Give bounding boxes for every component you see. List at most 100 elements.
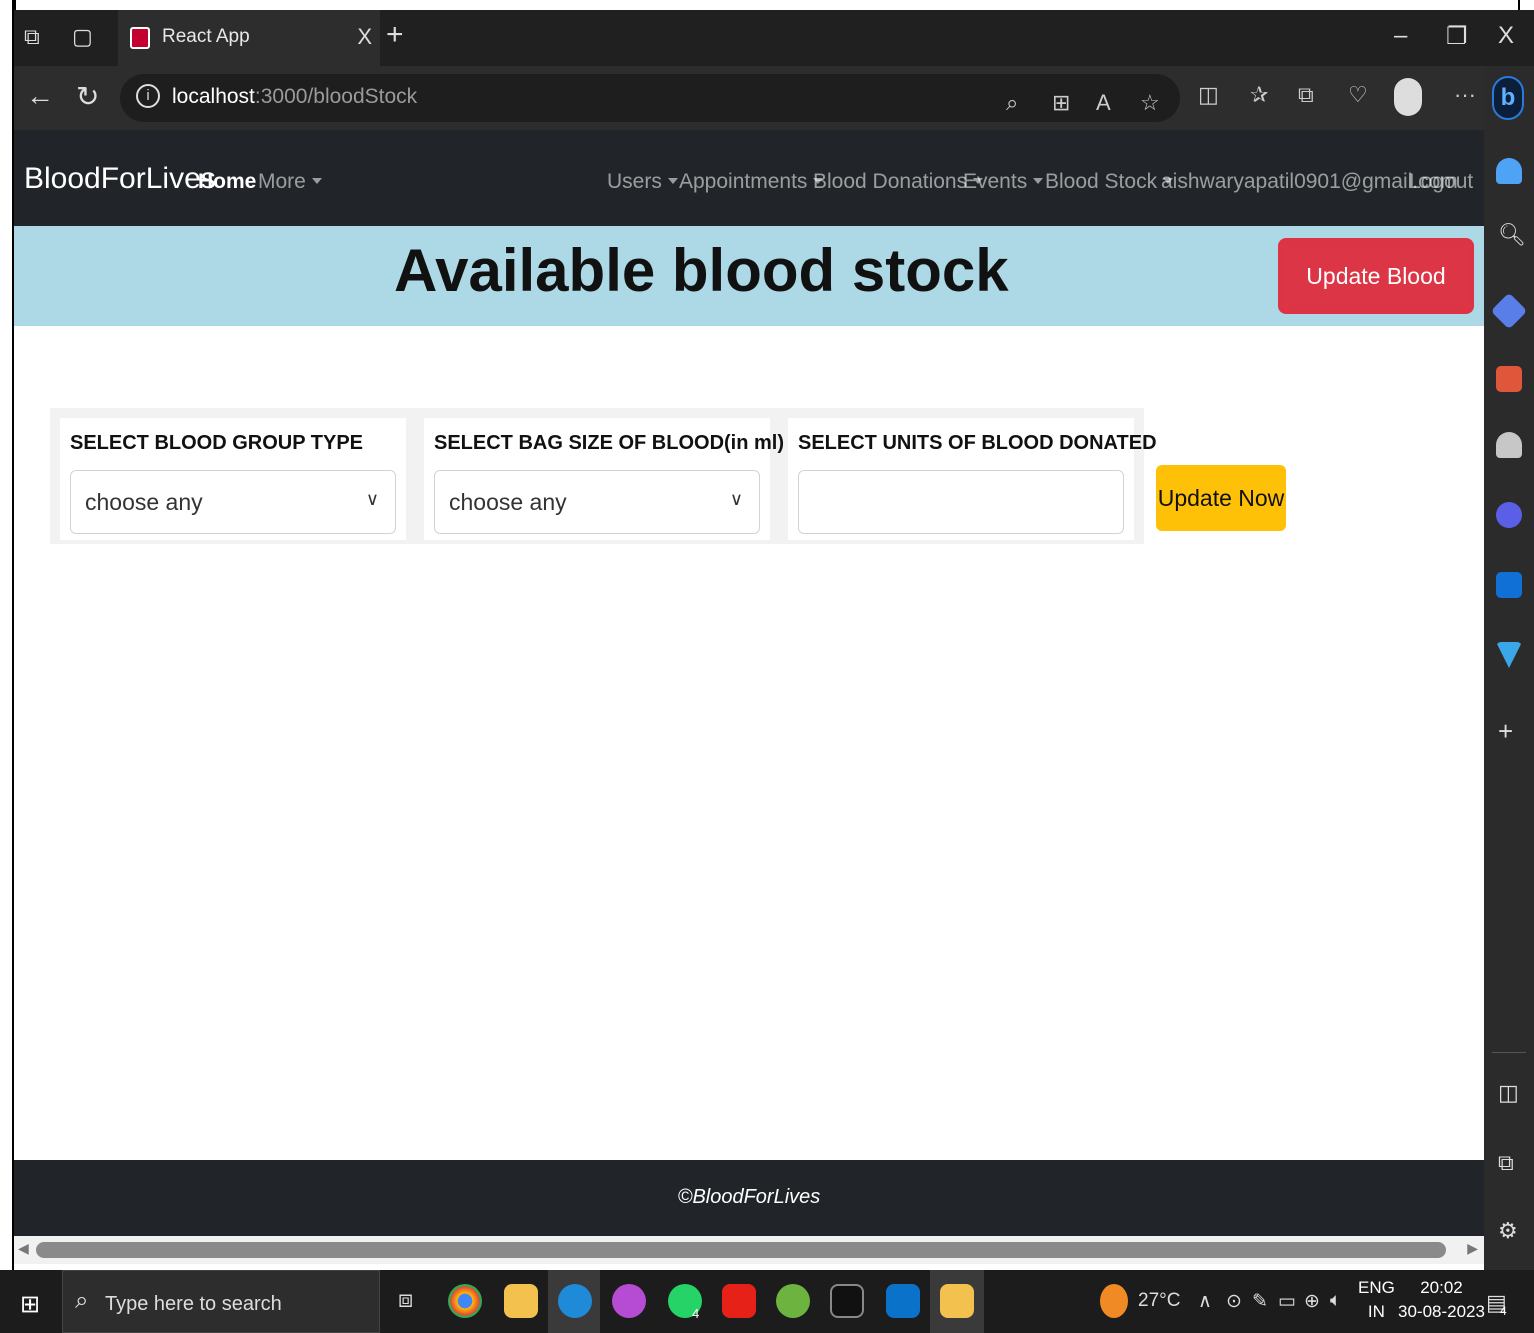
minimize-button[interactable]: – (1394, 22, 1407, 50)
scroll-right-arrow-icon[interactable]: ▶ (1467, 1240, 1478, 1257)
hide-sidebar-icon[interactable]: ◫ (1498, 1080, 1519, 1106)
edge-icon[interactable] (558, 1284, 592, 1318)
task-view-icon[interactable]: ⧈ (398, 1286, 413, 1314)
address-bar[interactable]: i localhost:3000/bloodStock ⌕ ⊞ A ☆ (120, 74, 1180, 122)
tray-chevron-up-icon[interactable]: ∧ (1198, 1290, 1212, 1313)
url-path: :3000/bloodStock (254, 85, 418, 108)
app-w-icon[interactable] (612, 1284, 646, 1318)
outlook-icon[interactable] (1496, 572, 1522, 598)
brand-logo[interactable]: BloodForLives (24, 162, 216, 196)
page-footer: ©BloodForLives (14, 1160, 1484, 1236)
spring-icon[interactable] (776, 1284, 810, 1318)
tab-favicon-icon (130, 27, 150, 49)
microsoft-365-icon[interactable] (1496, 502, 1522, 528)
workspaces-icon[interactable]: ⧉ (24, 24, 40, 50)
scroll-left-arrow-icon[interactable]: ◀ (18, 1240, 29, 1257)
nav-users-dropdown[interactable]: Users (607, 170, 678, 194)
profile-avatar-icon[interactable] (1394, 78, 1422, 116)
weather-temp[interactable]: 27°C (1138, 1290, 1180, 1312)
system-clock[interactable]: 20:02 30-08-2023 (1398, 1276, 1485, 1324)
blood-group-field: SELECT BLOOD GROUP TYPE choose any ∨ (60, 418, 406, 540)
vscode-icon[interactable] (886, 1284, 920, 1318)
notification-bell-icon[interactable] (1496, 158, 1522, 184)
chrome-icon[interactable] (448, 1284, 482, 1318)
address-bar-row: ← ↻ i localhost:3000/bloodStock ⌕ ⊞ A ☆ … (14, 66, 1484, 130)
page-header: Available blood stock Update Blood Stock (14, 226, 1484, 357)
settings-gear-icon[interactable]: ⚙ (1498, 1218, 1518, 1244)
browser-essentials-icon[interactable]: ♡ (1348, 82, 1368, 108)
browser-tab[interactable]: React App X (118, 10, 380, 66)
tab-close-button[interactable]: X (357, 24, 372, 50)
bag-size-field: SELECT BAG SIZE OF BLOOD(in ml) choose a… (424, 418, 784, 540)
url-text[interactable]: localhost:3000/bloodStock (172, 85, 417, 109)
update-blood-stock-button[interactable]: Update Blood Stock (1278, 238, 1474, 357)
shopping-icon[interactable] (1490, 292, 1528, 330)
network-globe-icon[interactable]: ⊕ (1304, 1290, 1320, 1313)
file-explorer-icon[interactable] (504, 1284, 538, 1318)
favorite-star-icon[interactable]: ☆ (1140, 90, 1160, 116)
volume-icon[interactable]: 🔈︎ (1330, 1290, 1341, 1312)
horizontal-scrollbar[interactable]: ◀ ▶ (14, 1236, 1484, 1264)
nav-blood-stock-dropdown[interactable]: Blood Stock (1045, 170, 1173, 194)
sidebar-divider (1492, 1052, 1526, 1053)
battery-icon[interactable]: ▭ (1278, 1290, 1296, 1313)
blood-group-label: SELECT BLOOD GROUP TYPE (70, 432, 363, 454)
windows-taskbar: ⊞ ⌕ Type here to search ⧈ 4 27°C ∧ ⊙ ✎ ▭… (0, 1270, 1534, 1333)
nav-appointments-dropdown[interactable]: Appointments (679, 170, 823, 194)
nav-logout[interactable]: Logout (1409, 170, 1473, 194)
notifications-badge: 4 (1500, 1304, 1507, 1318)
restore-button[interactable]: ❐ (1446, 22, 1468, 51)
terminal-icon[interactable] (830, 1284, 864, 1318)
blood-group-select[interactable]: choose any ∨ (70, 470, 396, 534)
chevron-down-icon: ∨ (365, 489, 379, 509)
clock-date: 30-08-2023 (1398, 1302, 1485, 1321)
tools-icon[interactable] (1496, 366, 1522, 392)
update-now-button[interactable]: Update Now (1156, 465, 1286, 531)
search-icon[interactable]: 🔍︎ (1498, 222, 1526, 248)
url-host: localhost (172, 85, 255, 108)
blood-group-selected: choose any (85, 489, 203, 515)
taskbar-search[interactable]: ⌕ Type here to search (62, 1270, 380, 1333)
split-screen-icon[interactable]: ◫ (1198, 82, 1219, 108)
bag-size-select[interactable]: choose any ∨ (434, 470, 760, 534)
nav-more-dropdown[interactable]: More (258, 170, 322, 194)
nav-blood-donations-dropdown[interactable]: Blood Donations (813, 170, 983, 194)
tab-actions-icon[interactable]: ▢ (72, 24, 93, 50)
tray-pen-icon[interactable]: ✎ (1252, 1290, 1268, 1313)
lang-line-1: ENG (1358, 1278, 1395, 1297)
pinned-app-icon[interactable] (940, 1284, 974, 1318)
read-aloud-icon[interactable]: A (1096, 90, 1111, 116)
units-label: SELECT UNITS OF BLOOD DONATED (798, 432, 1157, 454)
new-tab-button[interactable]: + (386, 18, 404, 52)
app-navbar: BloodForLives Home More Users Appointmen… (14, 130, 1484, 226)
windows-start-icon[interactable]: ⊞ (20, 1290, 40, 1319)
bag-size-label: SELECT BAG SIZE OF BLOOD(in ml) (434, 432, 784, 454)
app-available-icon[interactable]: ⊞ (1052, 90, 1070, 116)
add-sidebar-icon[interactable]: + (1498, 716, 1513, 747)
nav-events-dropdown[interactable]: Events (963, 170, 1043, 194)
collections-icon[interactable]: ⧉ (1298, 82, 1314, 108)
youtube-icon[interactable] (722, 1284, 756, 1318)
search-page-icon[interactable]: ⌕ (1006, 90, 1018, 116)
drop-icon[interactable] (1496, 642, 1522, 668)
language-indicator[interactable]: ENG IN (1358, 1276, 1395, 1324)
nav-home[interactable]: Home (198, 170, 256, 194)
chevron-down-icon: ∨ (729, 489, 743, 509)
more-menu-icon[interactable]: ··· (1454, 82, 1476, 108)
weather-icon[interactable] (1100, 1284, 1128, 1318)
units-input[interactable] (798, 470, 1124, 534)
back-arrow-icon[interactable]: ← (26, 80, 54, 112)
blood-stock-form: SELECT BLOOD GROUP TYPE choose any ∨ SEL… (50, 408, 1157, 544)
copilot-icon[interactable]: b (1492, 76, 1524, 120)
tab-title: React App (162, 26, 250, 47)
open-external-icon[interactable]: ⧉ (1498, 1150, 1514, 1176)
screen: ⧉ ▢ React App X + – ❐ X ← ↻ i localhost:… (0, 0, 1534, 1333)
refresh-icon[interactable]: ↻ (76, 80, 99, 113)
tray-meet-icon[interactable]: ⊙ (1226, 1290, 1242, 1313)
scrollbar-thumb[interactable] (36, 1242, 1446, 1258)
games-icon[interactable] (1496, 432, 1522, 458)
site-info-icon[interactable]: i (136, 84, 160, 108)
close-window-button[interactable]: X (1498, 22, 1514, 50)
edge-sidebar: b 🔍︎ + ◫ ⧉ ⚙ (1484, 66, 1534, 1270)
favorites-icon[interactable]: ✰ (1250, 82, 1268, 108)
